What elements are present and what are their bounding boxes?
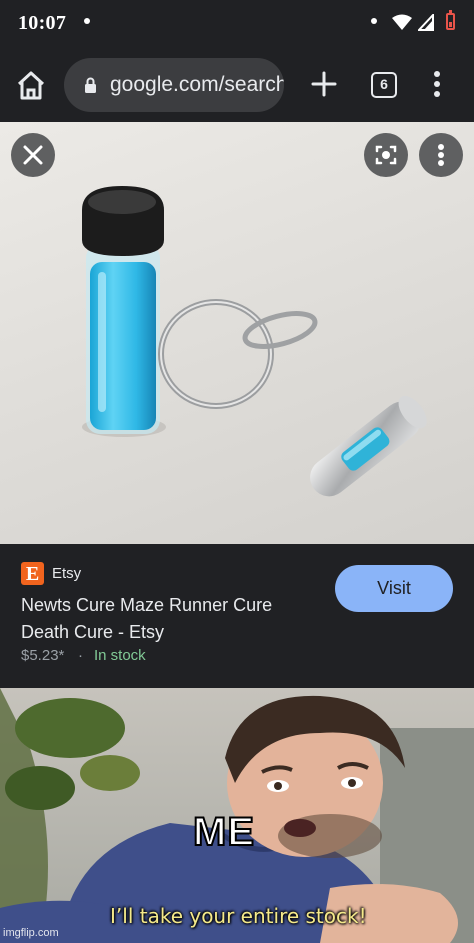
meme-image: ME I’ll take your entire stock! imgflip.… [0,688,474,943]
close-icon [23,145,43,165]
image-more-button[interactable] [419,133,463,177]
source-name[interactable]: Etsy [52,565,81,582]
notification-dot-icon [84,18,90,24]
lens-button[interactable] [364,133,408,177]
close-button[interactable] [11,133,55,177]
lock-icon [85,77,96,93]
browser-toolbar: google.com/search 6 [0,48,474,122]
price: $5.23* [21,647,65,664]
separator: · [78,647,83,664]
watermark: imgflip.com [3,927,59,939]
new-tab-icon[interactable] [308,68,340,100]
more-vert-icon[interactable] [428,68,446,100]
signal-icon [418,14,434,31]
more-vert-icon [438,144,444,166]
url-text: google.com/search [110,73,284,96]
result-card: E Etsy Visit Newts Cure Maze Runner Cure… [0,544,474,688]
visit-button[interactable]: Visit [335,565,453,612]
image-viewer [0,122,474,544]
lens-icon [375,145,397,165]
meme-label: ME [192,809,255,855]
meme-caption: I’ll take your entire stock! [110,904,367,928]
address-bar[interactable]: google.com/search [64,58,284,112]
product-image [82,186,427,497]
status-bar: 10:07 [0,0,474,48]
tab-switcher-button[interactable]: 6 [371,72,397,98]
notification-dot-icon [371,18,377,24]
result-title[interactable]: Newts Cure Maze Runner Cure Death Cure -… [21,592,321,646]
tab-count: 6 [380,76,388,92]
battery-icon [446,10,455,30]
etsy-logo-icon: E [21,562,44,585]
status-time: 10:07 [18,12,67,34]
home-icon[interactable] [14,69,48,103]
stock-status: In stock [94,647,146,664]
wifi-icon [392,14,412,30]
